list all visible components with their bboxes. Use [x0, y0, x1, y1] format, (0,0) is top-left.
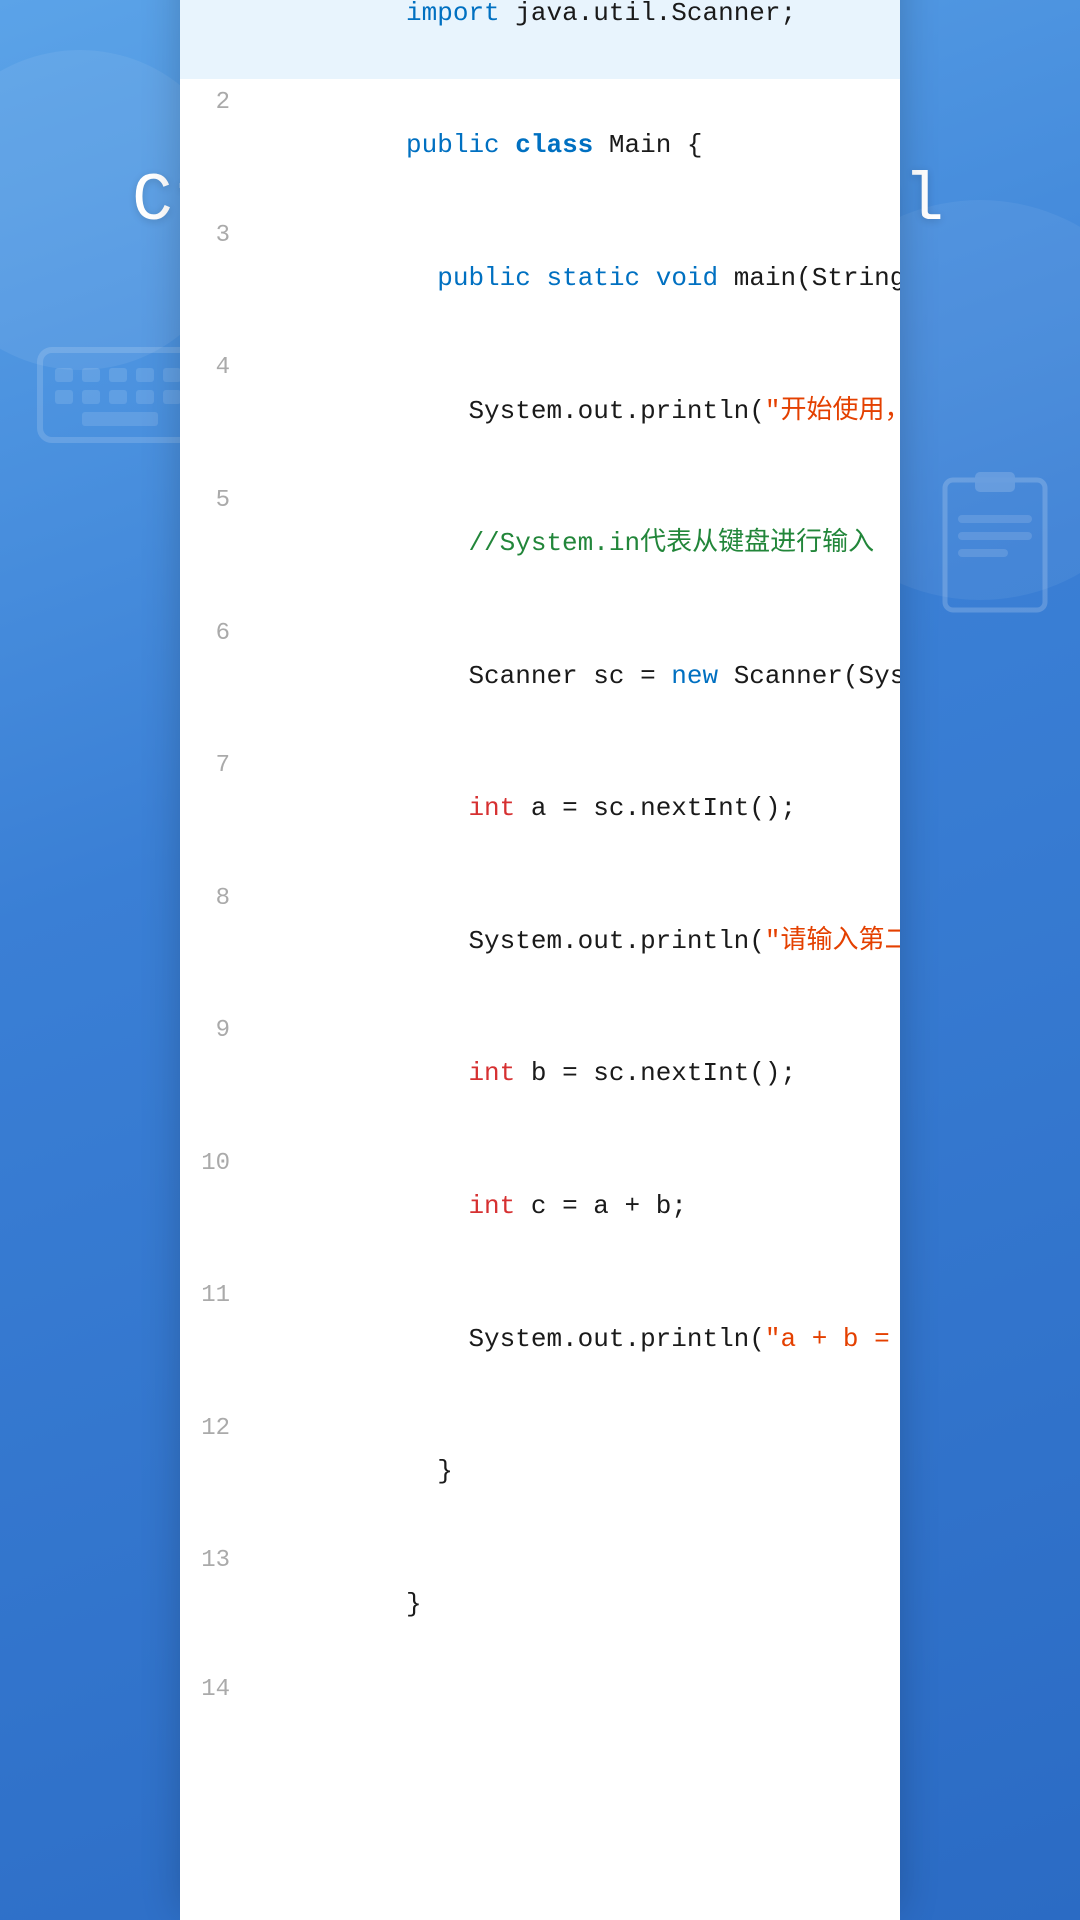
line-num-13: 13 — [180, 1541, 250, 1582]
line-content-6: Scanner sc = new Scanner(System.in); — [250, 610, 900, 743]
phone-mockup: 27 21:56 〈 〈 返回 手机编程app 运行 ↺ 目录 Person.j… — [180, 0, 900, 1920]
content-area: C语言 C++ Java Html 支持多语言 支持输入 27 21:56 〈 … — [0, 0, 1080, 1920]
line-num-11: 11 — [180, 1276, 250, 1317]
line-content-7: int a = sc.nextInt(); — [250, 742, 900, 875]
line-content-1: import java.util.Scanner; — [250, 0, 900, 79]
line-num-6: 6 — [180, 614, 250, 655]
line-content-13: } — [250, 1537, 900, 1670]
line-num-12: 12 — [180, 1409, 250, 1450]
code-line-11: 11 System.out.println("a + b = " + c); — [180, 1272, 900, 1405]
line-num-9: 9 — [180, 1011, 250, 1052]
line-content-11: System.out.println("a + b = " + c); — [250, 1272, 900, 1405]
line-num-10: 10 — [180, 1144, 250, 1185]
code-line-4: 4 System.out.println("开始使用，请输入第一个整数吧。"); — [180, 344, 900, 477]
code-editor[interactable]: 1 import java.util.Scanner; 2 public cla… — [180, 0, 900, 1920]
line-num-5: 5 — [180, 481, 250, 522]
code-line-2: 2 public class Main { — [180, 79, 900, 212]
code-editor-padding — [180, 1710, 900, 1910]
code-line-5: 5 //System.in代表从键盘进行输入 — [180, 477, 900, 610]
code-line-10: 10 int c = a + b; — [180, 1140, 900, 1273]
code-line-8: 8 System.out.println("请输入第二个整数吧。"); — [180, 875, 900, 1008]
line-content-10: int c = a + b; — [250, 1140, 900, 1273]
code-line-3: 3 public static void main(String[] args)… — [180, 212, 900, 345]
code-line-13: 13 } — [180, 1537, 900, 1670]
code-line-6: 6 Scanner sc = new Scanner(System.in); — [180, 610, 900, 743]
code-line-1: 1 import java.util.Scanner; — [180, 0, 900, 79]
code-line-12: 12 } — [180, 1405, 900, 1538]
line-content-4: System.out.println("开始使用，请输入第一个整数吧。"); — [250, 344, 900, 477]
line-num-3: 3 — [180, 216, 250, 257]
line-num-2: 2 — [180, 83, 250, 124]
line-content-12: } — [250, 1405, 900, 1538]
line-content-5: //System.in代表从键盘进行输入 — [250, 477, 900, 610]
code-line-7: 7 int a = sc.nextInt(); — [180, 742, 900, 875]
code-line-14: 14 — [180, 1670, 900, 1710]
line-num-4: 4 — [180, 348, 250, 389]
line-content-9: int b = sc.nextInt(); — [250, 1007, 900, 1140]
line-num-14: 14 — [180, 1670, 250, 1711]
line-content-8: System.out.println("请输入第二个整数吧。"); — [250, 875, 900, 1008]
line-content-2: public class Main { — [250, 79, 900, 212]
line-content-3: public static void main(String[] args){ — [250, 212, 900, 345]
code-line-9: 9 int b = sc.nextInt(); — [180, 1007, 900, 1140]
line-num-8: 8 — [180, 879, 250, 920]
line-num-7: 7 — [180, 746, 250, 787]
